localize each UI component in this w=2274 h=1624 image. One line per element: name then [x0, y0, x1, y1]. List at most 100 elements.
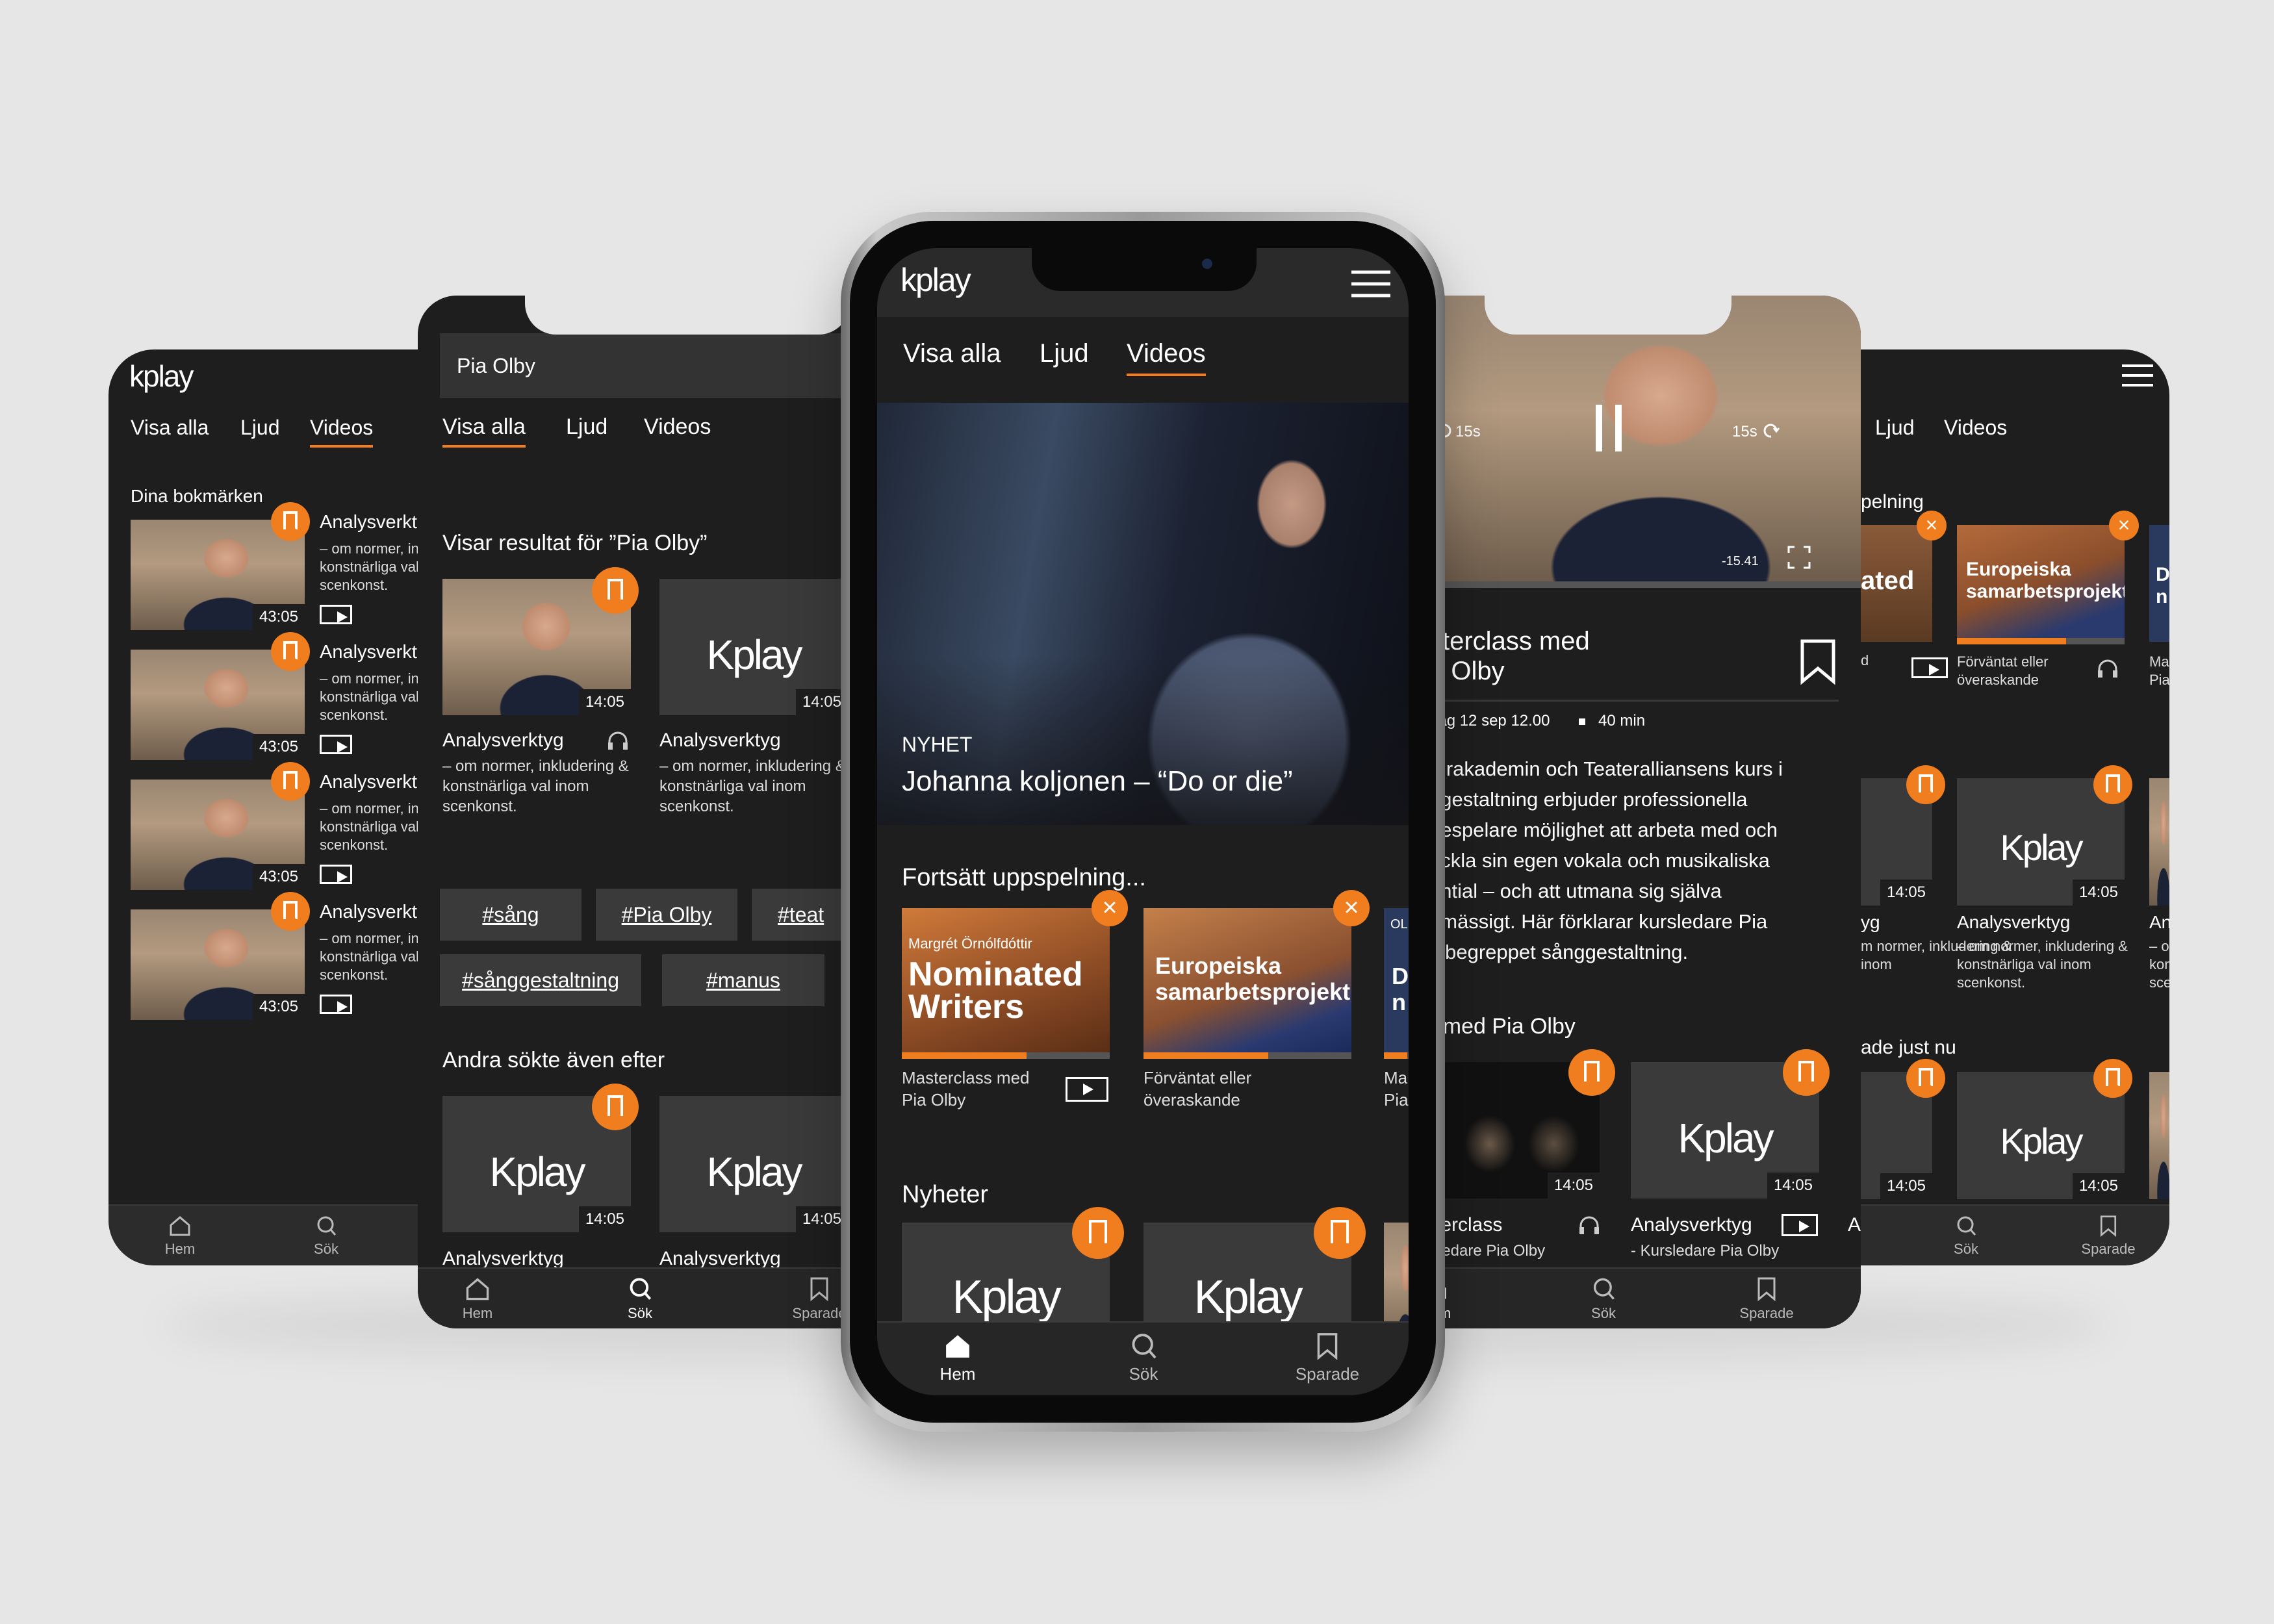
- item-desc: scenkonst.: [320, 837, 389, 853]
- video-thumbnail[interactable]: [2149, 778, 2169, 906]
- tag-chip[interactable]: #sånggestaltning: [440, 954, 641, 1006]
- play-button[interactable]: [1782, 1214, 1818, 1236]
- play-button[interactable]: [1066, 1077, 1108, 1102]
- bookmark-badge[interactable]: [1783, 1049, 1830, 1096]
- item-desc: – om normer, in: [320, 670, 419, 687]
- skip-fwd-label[interactable]: 15s: [1732, 423, 1757, 441]
- item-desc: inom: [1861, 956, 1892, 972]
- bookmark-badge[interactable]: [2093, 1059, 2132, 1098]
- player-progress-bar[interactable]: [1416, 581, 1861, 588]
- headphones-icon: [2098, 659, 2117, 678]
- tab-audio[interactable]: Ljud: [566, 414, 607, 440]
- continue-card[interactable]: Europeiska samarbetsprojekt: [1957, 525, 2125, 642]
- video-thumbnail[interactable]: Kplay 14:05: [659, 1096, 848, 1232]
- bookmark-badge[interactable]: [271, 892, 310, 931]
- item-desc: – om normer, ink: [320, 930, 426, 946]
- bookmark-badge[interactable]: [1314, 1207, 1366, 1259]
- continue-card[interactable]: Europeiska samarbetsprojekt: [1143, 908, 1351, 1052]
- play-button[interactable]: [320, 995, 352, 1014]
- bookmark-icon[interactable]: [1800, 639, 1836, 685]
- video-player[interactable]: 15s 15s -15.41: [1416, 296, 1861, 581]
- close-badge[interactable]: ×: [1092, 890, 1128, 926]
- nav-search[interactable]: Sök: [1578, 1276, 1629, 1322]
- nav-search-label: Sök: [1954, 1241, 1978, 1257]
- item-desc: konstnärliga val inom: [659, 778, 806, 795]
- play-button[interactable]: [320, 605, 352, 624]
- duration-label: 14:05: [578, 689, 631, 715]
- card-overlay-big: D: [1392, 963, 1409, 989]
- notch: [1032, 248, 1257, 291]
- tab-audio[interactable]: Ljud: [1875, 416, 1915, 440]
- bookmark-badge[interactable]: [2093, 765, 2132, 804]
- tab-all[interactable]: Visa alla: [442, 414, 526, 448]
- hero-banner[interactable]: NYHET Johanna koljonen – “Do or die”: [877, 403, 1409, 825]
- tab-audio[interactable]: Ljud: [1040, 339, 1089, 368]
- duration-label: 14:05: [1880, 1173, 1932, 1199]
- tag-chip[interactable]: #manus: [662, 954, 824, 1006]
- nav-search[interactable]: Sök: [614, 1276, 666, 1322]
- nav-search[interactable]: Sök: [300, 1215, 352, 1258]
- play-button[interactable]: [1911, 657, 1948, 678]
- nav-search-label: Sök: [1129, 1364, 1158, 1384]
- menu-icon[interactable]: [1350, 269, 1392, 299]
- bookmark-badge[interactable]: [1906, 765, 1945, 804]
- bookmark-badge[interactable]: [592, 1084, 639, 1130]
- continue-heading: Fortsätt uppspelning...: [902, 864, 1146, 891]
- bottom-nav: Hem Sök Sparade: [877, 1321, 1409, 1395]
- nav-saved[interactable]: Sparade: [1731, 1276, 1802, 1322]
- duration-label: 14:05: [578, 1206, 631, 1232]
- bottom-nav: Hem Sök Sparade: [1416, 1267, 1861, 1328]
- continue-card[interactable]: ated: [1861, 525, 1932, 642]
- tab-all[interactable]: Visa alla: [903, 339, 1001, 368]
- nav-search[interactable]: Sök: [1940, 1215, 1992, 1258]
- card-overlay-big: samarbetsprojekt: [1155, 978, 1351, 1005]
- tab-videos[interactable]: Videos: [1127, 339, 1206, 376]
- bookmark-badge[interactable]: [1906, 1059, 1945, 1098]
- nav-home[interactable]: Hem: [154, 1215, 206, 1258]
- kplay-logo: Kplay: [952, 1271, 1061, 1323]
- bookmark-icon: [283, 511, 299, 532]
- continue-card[interactable]: D n: [2149, 525, 2169, 642]
- menu-icon[interactable]: [2121, 362, 2154, 388]
- tag-chip[interactable]: #Pia Olby: [596, 889, 737, 941]
- bookmark-badge[interactable]: [592, 567, 639, 614]
- search-input[interactable]: Pia Olby: [457, 354, 535, 378]
- bookmark-icon: [1798, 1061, 1814, 1084]
- tab-videos[interactable]: Videos: [1944, 416, 2007, 440]
- bookmark-badge[interactable]: [271, 502, 310, 541]
- play-button[interactable]: [320, 865, 352, 884]
- tab-all[interactable]: Visa alla: [131, 416, 209, 440]
- search-bar[interactable]: Pia Olby: [440, 333, 860, 398]
- tag-chip[interactable]: #sång: [440, 889, 581, 941]
- skip-forward-icon[interactable]: [1762, 422, 1780, 440]
- video-thumbnail[interactable]: [2149, 1072, 2169, 1199]
- nav-saved[interactable]: Sparade: [2073, 1215, 2144, 1258]
- nav-saved[interactable]: Sparade: [1285, 1332, 1370, 1384]
- nav-search[interactable]: Sök: [1118, 1332, 1169, 1384]
- skip-back-label[interactable]: 15s: [1455, 423, 1481, 441]
- play-button[interactable]: [320, 735, 352, 754]
- bookmark-badge[interactable]: [271, 762, 310, 801]
- close-badge[interactable]: ×: [1333, 890, 1370, 926]
- nav-home-label: Hem: [939, 1364, 976, 1384]
- phone-notch: [1485, 296, 1731, 335]
- bookmark-badge[interactable]: [271, 632, 310, 671]
- pause-icon[interactable]: [1596, 405, 1622, 451]
- phone-search: Pia Olby Visa alla Ljud Videos Visar res…: [418, 296, 860, 1328]
- close-badge[interactable]: ×: [1917, 511, 1947, 540]
- bookmark-badge[interactable]: [1568, 1049, 1615, 1096]
- fullscreen-icon[interactable]: [1787, 545, 1811, 570]
- tab-videos[interactable]: Videos: [310, 416, 374, 448]
- home-icon: [170, 1216, 190, 1236]
- close-badge[interactable]: ×: [2109, 511, 2139, 540]
- bookmark-badge[interactable]: [1072, 1207, 1124, 1259]
- continue-card[interactable]: Margrét Örnólfdóttir Nominated Writers: [902, 908, 1110, 1052]
- bookmark-icon: [283, 771, 299, 792]
- nav-home[interactable]: Hem: [932, 1332, 984, 1384]
- tab-videos[interactable]: Videos: [644, 414, 711, 440]
- tab-audio[interactable]: Ljud: [240, 416, 280, 440]
- nav-home[interactable]: Hem: [452, 1276, 504, 1322]
- continue-card[interactable]: OL D n: [1384, 908, 1409, 1052]
- video-thumbnail[interactable]: Kplay 14:05: [659, 579, 848, 715]
- kplay-logo: Kplay: [1678, 1114, 1774, 1161]
